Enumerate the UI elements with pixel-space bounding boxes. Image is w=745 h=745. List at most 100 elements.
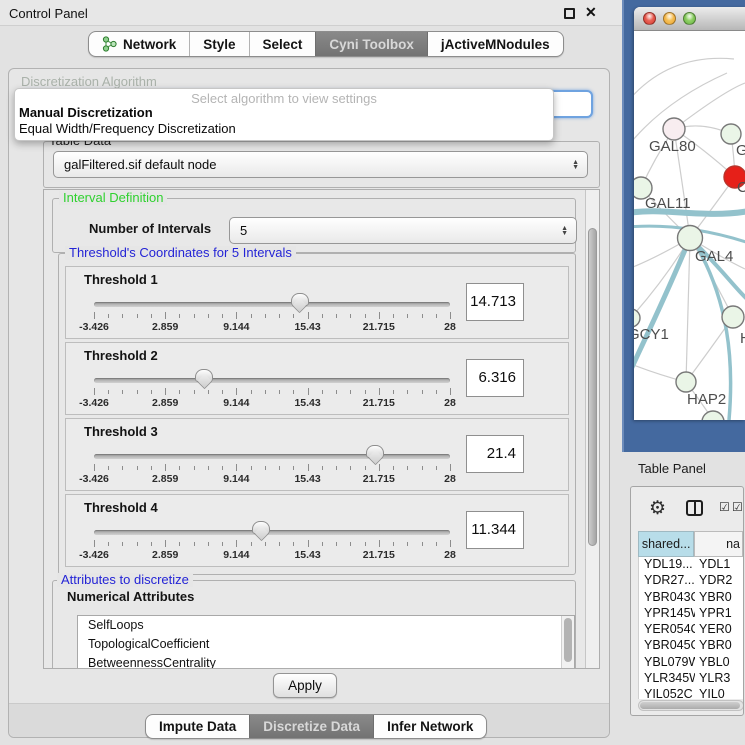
table-row[interactable]: YBL079WYBL0 [639, 655, 743, 671]
cell-shared-name[interactable]: YLR345W [639, 671, 695, 687]
cell-shared-name[interactable]: YER054C [639, 622, 695, 638]
slider-track[interactable] [94, 378, 450, 383]
network-canvas[interactable]: GAL80 GA C GAL11 GAL4 GCY1 H HAP2 [634, 31, 745, 420]
tab-jactivemnodules[interactable]: jActiveMNodules [427, 32, 563, 56]
table-row[interactable]: YDL19...YDL1 [639, 557, 743, 573]
tab-impute-data[interactable]: Impute Data [146, 715, 249, 738]
tick-mark [279, 542, 280, 546]
tab-select[interactable]: Select [249, 32, 316, 56]
algorithm-option-manual[interactable]: Manual Discretization [15, 105, 553, 121]
tick-mark [137, 466, 138, 470]
tick-mark [122, 466, 123, 470]
cell-shared-name[interactable]: YPR145W [639, 606, 695, 622]
slider-thumb[interactable] [291, 293, 309, 306]
close-icon[interactable]: ✕ [585, 4, 597, 21]
node-gcy1 [634, 309, 640, 327]
cell-shared-name[interactable]: YIL052C [639, 687, 695, 699]
minimize-traffic-light-icon[interactable] [663, 12, 676, 25]
cell-name[interactable]: YPR1 [695, 606, 743, 622]
checkbox-icon[interactable]: ☑ [719, 500, 730, 514]
tab-cyni-toolbox[interactable]: Cyni Toolbox [315, 32, 427, 56]
tab-style[interactable]: Style [189, 32, 248, 56]
threshold-value-field[interactable]: 14.713 [466, 283, 524, 321]
threshold-value-field[interactable]: 6.316 [466, 359, 524, 397]
cell-shared-name[interactable]: YDL19... [639, 557, 695, 573]
column-header-name[interactable]: na [694, 531, 743, 557]
table-row[interactable]: YLR345WYLR3 [639, 671, 743, 687]
gear-icon[interactable]: ⚙ [649, 497, 666, 520]
cell-shared-name[interactable]: YBL079W [639, 655, 695, 671]
threshold-value-field[interactable]: 11.344 [466, 511, 524, 549]
tick-mark [122, 542, 123, 546]
slider-thumb[interactable] [366, 445, 384, 458]
list-scrollbar[interactable] [561, 616, 574, 669]
tick-mark [322, 542, 323, 546]
attribute-list-item[interactable]: BetweennessCentrality [78, 654, 574, 669]
tick-label: 15.43 [294, 473, 320, 485]
column-header-shared-name[interactable]: shared... [638, 531, 694, 557]
float-window-icon[interactable] [564, 8, 575, 19]
table-panel: ⚙ ☑ ☑ shared... na YDL19...YDL1YDR27...Y… [630, 486, 744, 716]
cell-name[interactable]: YBR0 [695, 590, 743, 606]
table-row[interactable]: YBR043CYBR0 [639, 590, 743, 606]
apply-button[interactable]: Apply [273, 673, 337, 698]
cell-name[interactable]: YBR0 [695, 638, 743, 654]
table-data-combobox[interactable]: galFiltered.sif default node ▲▼ [53, 151, 588, 178]
tick-mark [322, 390, 323, 394]
slider-track[interactable] [94, 302, 450, 307]
table-row[interactable]: YPR145WYPR1 [639, 606, 743, 622]
table-rows[interactable]: YDL19...YDL1YDR27...YDR2YBR043CYBR0YPR14… [638, 557, 743, 699]
tick-label: 21.715 [363, 549, 395, 561]
settings-scrollbar-thumb[interactable] [588, 228, 597, 546]
tick-mark [450, 312, 451, 319]
tick-mark [208, 314, 209, 318]
list-scrollbar-thumb[interactable] [564, 618, 572, 662]
threshold-slider[interactable]: -3.4262.8599.14415.4321.71528 [94, 521, 450, 565]
cell-shared-name[interactable]: YBR045C [639, 638, 695, 654]
settings-scrollbar[interactable] [585, 190, 599, 668]
tick-mark [151, 466, 152, 470]
numerical-attributes-list[interactable]: SelfLoopsTopologicalCoefficientBetweenne… [77, 615, 575, 669]
node-label: GCY1 [634, 326, 669, 343]
slider-thumb[interactable] [252, 521, 270, 534]
table-row[interactable]: YDR27...YDR2 [639, 573, 743, 589]
table-row[interactable]: YIL052CYIL0 [639, 687, 743, 699]
tab-infer-network[interactable]: Infer Network [373, 715, 486, 738]
threshold-value-field[interactable]: 21.4 [466, 435, 524, 473]
tick-mark [422, 390, 423, 394]
table-row[interactable]: YBR045CYBR0 [639, 638, 743, 654]
slider-track[interactable] [94, 530, 450, 535]
cell-name[interactable]: YDR2 [695, 573, 743, 589]
checkbox-icon[interactable]: ☑ [732, 500, 743, 514]
slider-track[interactable] [94, 454, 450, 459]
tick-mark [450, 388, 451, 395]
algorithm-option-equal-width[interactable]: Equal Width/Frequency Discretization [15, 121, 553, 137]
control-panel-titlebar: Control Panel ✕ [0, 0, 622, 26]
cell-name[interactable]: YLR3 [695, 671, 743, 687]
tab-discretize-data[interactable]: Discretize Data [249, 715, 373, 738]
table-row[interactable]: YER054CYER0 [639, 622, 743, 638]
cell-name[interactable]: YDL1 [695, 557, 743, 573]
table-hscrollbar[interactable] [638, 700, 744, 711]
cell-shared-name[interactable]: YBR043C [639, 590, 695, 606]
number-of-intervals-combobox[interactable]: 5 ▲▼ [229, 217, 577, 244]
node-partial-bottom [702, 411, 724, 420]
attribute-list-item[interactable]: TopologicalCoefficient [78, 635, 574, 654]
tick-mark [251, 542, 252, 546]
zoom-traffic-light-icon[interactable] [683, 12, 696, 25]
slider-thumb[interactable] [195, 369, 213, 382]
threshold-slider[interactable]: -3.4262.8599.14415.4321.71528 [94, 369, 450, 413]
cell-name[interactable]: YBL0 [695, 655, 743, 671]
close-traffic-light-icon[interactable] [643, 12, 656, 25]
tab-network[interactable]: Network [89, 32, 189, 56]
cell-shared-name[interactable]: YDR27... [639, 573, 695, 589]
split-columns-icon[interactable] [686, 500, 703, 516]
threshold-slider[interactable]: -3.4262.8599.14415.4321.71528 [94, 293, 450, 337]
cell-name[interactable]: YIL0 [695, 687, 743, 699]
tick-mark [350, 466, 351, 470]
threshold-slider[interactable]: -3.4262.8599.14415.4321.71528 [94, 445, 450, 489]
cell-name[interactable]: YER0 [695, 622, 743, 638]
table-hscrollbar-thumb[interactable] [640, 702, 740, 709]
number-of-intervals-label: Number of Intervals [89, 221, 211, 236]
attribute-list-item[interactable]: SelfLoops [78, 616, 574, 635]
